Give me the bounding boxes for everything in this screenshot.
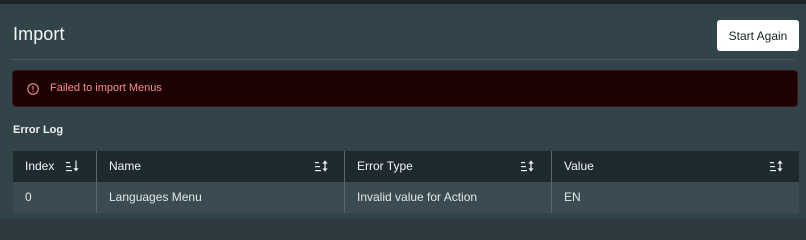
column-label: Index [25, 159, 55, 173]
sort-icon[interactable] [66, 160, 80, 172]
error-log-table: Index Name Error Type Value 0 Languages … [13, 151, 799, 213]
start-again-button[interactable]: Start Again [717, 20, 799, 51]
column-label: Value [564, 159, 594, 173]
cell-error-type: Invalid value for Action [344, 182, 550, 213]
page-title: Import [13, 24, 65, 44]
sort-icon[interactable] [770, 160, 784, 172]
cell-name: Languages Menu [96, 182, 343, 213]
sort-icon[interactable] [315, 160, 329, 172]
table-header-row: Index Name Error Type Value [13, 151, 799, 182]
column-label: Name [109, 159, 142, 173]
column-label: Error Type [357, 159, 413, 173]
cell-value: EN [551, 182, 799, 213]
cell-index: 0 [25, 190, 32, 204]
import-panel: Import Start Again Failed to import Menu… [0, 4, 806, 219]
alert-message: Failed to import Menus [50, 82, 162, 94]
column-header-name[interactable]: Name [96, 151, 343, 182]
error-log-label: Error Log [13, 124, 64, 136]
table-row: 0 Languages Menu Invalid value for Actio… [13, 182, 799, 213]
error-alert: Failed to import Menus [12, 70, 798, 107]
header-divider [11, 59, 795, 60]
column-header-error-type[interactable]: Error Type [344, 151, 550, 182]
sort-icon[interactable] [521, 160, 535, 172]
column-header-index[interactable]: Index [13, 151, 95, 182]
column-header-value[interactable]: Value [551, 151, 799, 182]
alert-circle-icon [27, 83, 39, 95]
